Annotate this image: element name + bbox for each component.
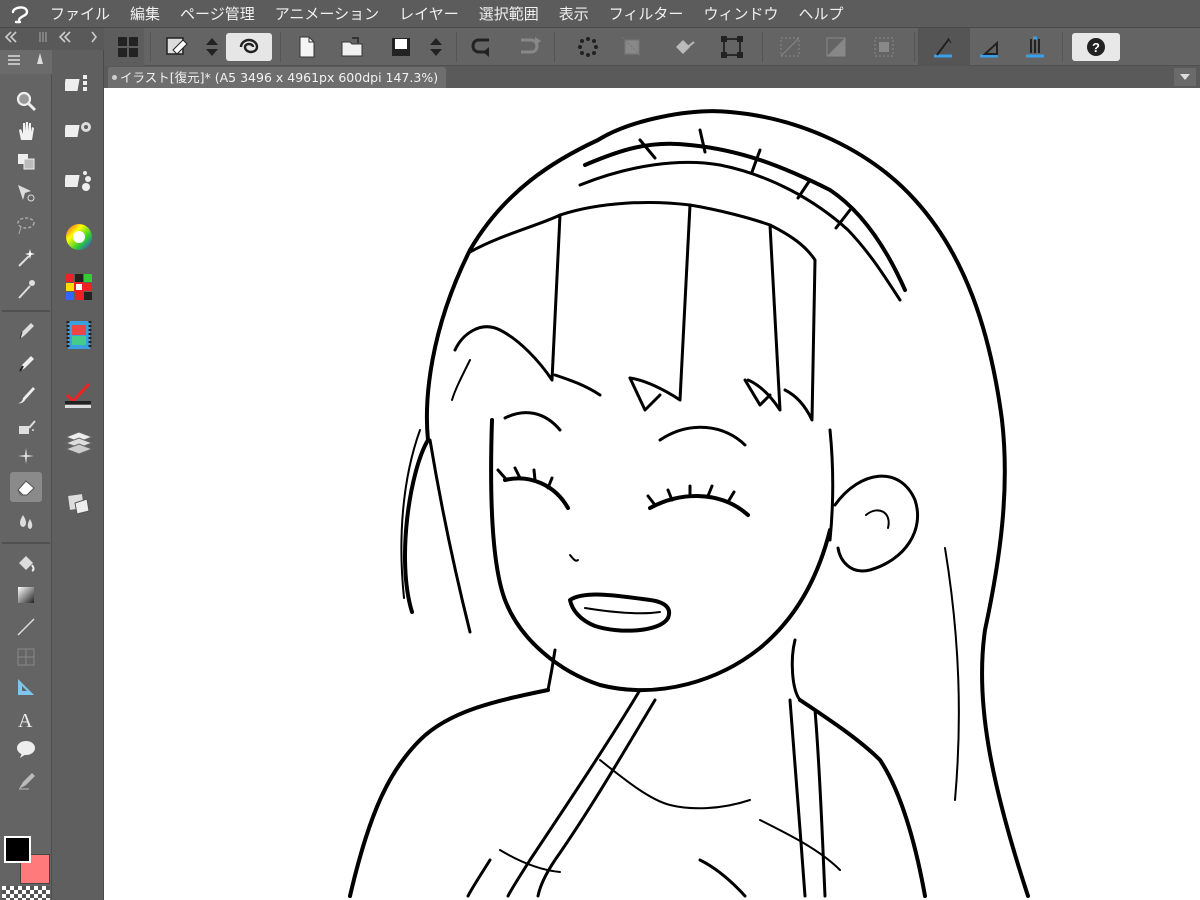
- lasso-icon[interactable]: [10, 210, 42, 240]
- zoom-icon[interactable]: [10, 86, 42, 116]
- palette-menu-icon[interactable]: [7, 53, 21, 71]
- pen-mini-icon[interactable]: [34, 52, 46, 73]
- menu-page[interactable]: ページ管理: [170, 0, 265, 28]
- transparent-color-swatch[interactable]: [2, 886, 50, 900]
- toolbar-divider: [914, 32, 915, 62]
- decoration-icon[interactable]: [10, 442, 42, 472]
- svg-text:A: A: [18, 710, 33, 730]
- snap-special-ruler-icon[interactable]: [974, 33, 1004, 61]
- hide-selection-icon[interactable]: [776, 33, 804, 61]
- ruler-icon[interactable]: [10, 672, 42, 702]
- animation-timeline-icon[interactable]: [62, 318, 96, 352]
- balloon-icon[interactable]: [10, 734, 42, 764]
- tool-palette: A: [0, 28, 52, 900]
- panel-dock-header: [52, 28, 104, 50]
- fill-icon[interactable]: [10, 548, 42, 578]
- correction-icon[interactable]: [10, 766, 42, 796]
- eraser-icon[interactable]: [10, 472, 42, 502]
- rotate-icon[interactable]: [10, 146, 42, 176]
- brush-icon[interactable]: [10, 380, 42, 410]
- tool-palette-header: [0, 28, 52, 50]
- tool-palette-menu: [0, 50, 52, 74]
- collapse-left-icon[interactable]: [4, 30, 18, 48]
- toolbar-divider: [456, 32, 457, 62]
- sub-tool-icon[interactable]: [62, 66, 96, 100]
- updown-icon[interactable]: [202, 33, 222, 61]
- menu-file[interactable]: ファイル: [40, 0, 120, 28]
- layer-property-icon[interactable]: [62, 378, 96, 412]
- help-icon: ?: [1087, 38, 1105, 56]
- snap-grid-icon[interactable]: [1020, 33, 1050, 61]
- color-wheel-icon[interactable]: [62, 220, 96, 254]
- menu-selection[interactable]: 選択範囲: [469, 0, 549, 28]
- layout-grid-icon[interactable]: [114, 33, 142, 61]
- toolbar-divider: [554, 32, 555, 62]
- menu-window[interactable]: ウィンドウ: [693, 0, 788, 28]
- drawing-canvas[interactable]: [104, 88, 1200, 900]
- magic-wand-icon[interactable]: [10, 242, 42, 272]
- save-updown-icon[interactable]: [426, 33, 446, 61]
- save-icon[interactable]: [388, 33, 414, 61]
- main-color-swatch[interactable]: [4, 836, 31, 863]
- undo-icon[interactable]: [468, 33, 496, 61]
- new-file-icon[interactable]: [294, 33, 320, 61]
- gradient-icon[interactable]: [10, 580, 42, 610]
- menu-layer[interactable]: レイヤー: [389, 0, 469, 28]
- layer-icon[interactable]: [62, 426, 96, 460]
- snap-ruler-icon[interactable]: [928, 33, 958, 61]
- clip-studio-icon[interactable]: [162, 33, 192, 61]
- panel-dock: [52, 28, 104, 900]
- line-art-illustration: [348, 109, 1030, 898]
- redo-icon[interactable]: [514, 33, 542, 61]
- document-tab[interactable]: イラスト[復元]* (A5 3496 x 4961px 600dpi 147.3…: [108, 67, 447, 88]
- command-bar: ?: [104, 28, 1200, 66]
- menu-filter[interactable]: フィルター: [599, 0, 694, 28]
- ref-layer-icon[interactable]: [870, 33, 898, 61]
- transform-icon[interactable]: [718, 33, 746, 61]
- menu-view[interactable]: 表示: [549, 0, 599, 28]
- text-icon[interactable]: A: [10, 704, 42, 734]
- chevron-down-icon: [1180, 74, 1190, 80]
- menu-animation[interactable]: アニメーション: [265, 0, 389, 28]
- clip-layer-icon[interactable]: [822, 33, 850, 61]
- airbrush-icon[interactable]: [10, 412, 42, 442]
- menu-help[interactable]: ヘルプ: [788, 0, 853, 28]
- blend-icon[interactable]: [10, 506, 42, 536]
- tool-divider: [2, 542, 50, 544]
- open-folder-icon[interactable]: [338, 33, 368, 61]
- app-logo-icon[interactable]: [0, 0, 40, 28]
- eyedropper-icon[interactable]: [10, 274, 42, 304]
- material-icon[interactable]: [62, 486, 96, 520]
- frame-icon[interactable]: [10, 642, 42, 672]
- toolbar-divider: [1062, 32, 1063, 62]
- grip-icon[interactable]: [38, 30, 48, 48]
- pen-icon[interactable]: [10, 316, 42, 346]
- toolbar-divider: [150, 32, 151, 62]
- tab-menu-button[interactable]: [1174, 68, 1196, 86]
- collapse-dock-icon[interactable]: [58, 30, 72, 48]
- help-button[interactable]: ?: [1072, 33, 1120, 61]
- toolbar-divider: [280, 32, 281, 62]
- clear-icon[interactable]: [574, 33, 602, 61]
- line-icon[interactable]: [10, 612, 42, 642]
- clip-studio-app-icon[interactable]: [226, 33, 272, 61]
- menu-bar: ファイル 編集 ページ管理 アニメーション レイヤー 選択範囲 表示 フィルター…: [0, 0, 1200, 28]
- brush-size-icon[interactable]: [62, 162, 96, 196]
- tool-property-icon[interactable]: [62, 112, 96, 146]
- pencil-icon[interactable]: [10, 348, 42, 378]
- document-tabbar: イラスト[復元]* (A5 3496 x 4961px 600dpi 147.3…: [104, 66, 1200, 88]
- hand-icon[interactable]: [10, 116, 42, 146]
- object-select-icon[interactable]: [10, 178, 42, 208]
- tool-divider: [2, 310, 50, 312]
- color-set-icon[interactable]: [62, 270, 96, 304]
- clear-outside-icon[interactable]: [618, 33, 646, 61]
- toolbar-divider: [762, 32, 763, 62]
- fill-selection-icon[interactable]: [670, 33, 698, 61]
- menu-edit[interactable]: 編集: [120, 0, 170, 28]
- expand-dock-icon[interactable]: [90, 30, 98, 48]
